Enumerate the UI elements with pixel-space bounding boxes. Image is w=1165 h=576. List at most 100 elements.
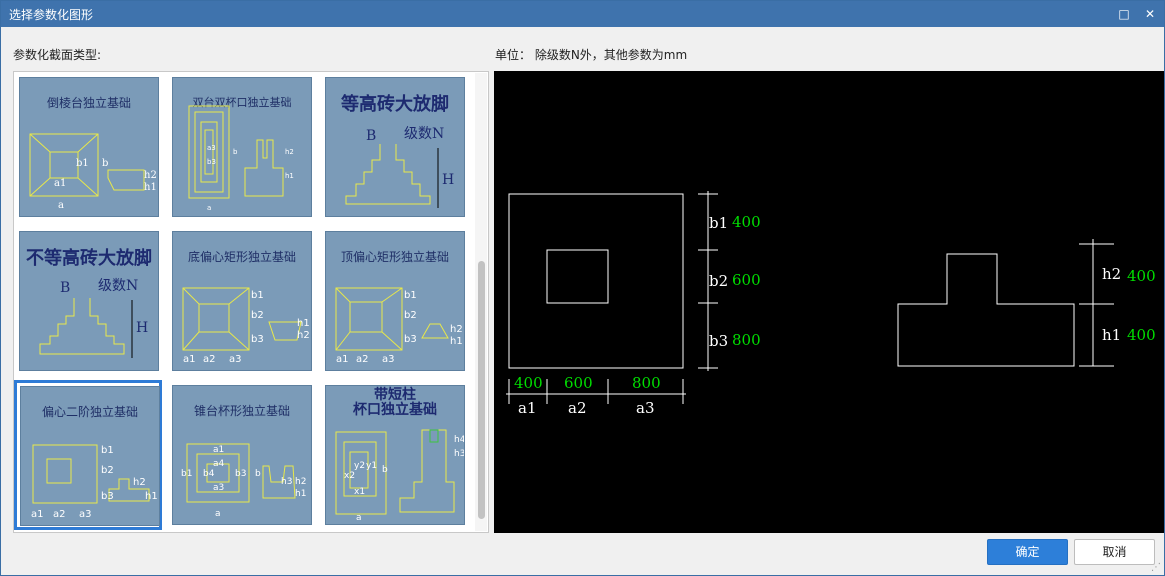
svg-text:b1: b1 (101, 445, 114, 456)
svg-text:a: a (215, 509, 221, 519)
svg-text:a2: a2 (53, 509, 66, 520)
svg-text:b3: b3 (251, 334, 264, 345)
eccentric-two-step-drawing: b1 b2 b3 a1 a2 a3 h2 h1 (31, 444, 158, 520)
svg-text:h2: h2 (297, 330, 310, 341)
cone-cup-drawing: a1 a4 a3 b1 b4 b3 b h3 h2 h1 a (181, 443, 306, 519)
dialog-window: 选择参数化图形 □ ✕ 参数化截面类型: 单位： 除级数N外，其他参数为mm 倒… (0, 0, 1165, 576)
svg-text:b2: b2 (101, 465, 114, 476)
tile-eccentric-two-step[interactable]: 偏心二阶独立基础 b1 b2 b3 a1 a2 a3 h2 h1 (14, 380, 162, 530)
bottom-eccentric-drawing: b1 b2 b3 a1 a2 a3 h1h2 (182, 287, 310, 365)
equal-brick-drawing: B 级数N H (345, 126, 454, 208)
lbl-N: 级数N (98, 278, 138, 294)
gallery-scrollbar-thumb[interactable] (478, 261, 485, 519)
tile-unequal-brick[interactable]: 不等高砖大放脚 B 级数N H (14, 226, 162, 376)
tile-short-column-cup[interactable]: 带短柱 杯口独立基础 x2 y2 y1 b x1 a h4 h3 (320, 380, 468, 530)
svg-text:a2: a2 (356, 354, 369, 365)
tile-equal-brick[interactable]: 等高砖大放脚 B 级数N H (320, 72, 468, 222)
svg-text:b2: b2 (404, 310, 417, 321)
lbl-B: B (60, 280, 70, 296)
dim-b1-label: b1 (709, 214, 728, 232)
thumb-double-cup: 双台双杯口独立基础 a3 b3 b h1 h2 a (172, 77, 312, 217)
thumb-bottom-eccentric: 底偏心矩形独立基础 b1 b2 b3 a1 a2 a3 h1 h2 (172, 231, 312, 371)
section-type-label: 参数化截面类型: (13, 48, 102, 62)
dim-a3-label: a3 (636, 399, 655, 417)
svg-text:x2: x2 (344, 471, 355, 481)
double-cup-drawing: a3 b3 b h1 h2 a (188, 105, 294, 212)
plan-inner (546, 249, 609, 304)
svg-text:b1: b1 (251, 290, 264, 301)
close-icon[interactable]: ✕ (1139, 4, 1161, 24)
svg-text:h1: h1 (297, 318, 310, 329)
svg-text:y2: y2 (354, 461, 365, 471)
svg-text:h1: h1 (450, 336, 463, 347)
section-outline (897, 253, 1075, 367)
svg-text:h1: h1 (145, 491, 158, 502)
svg-text:a3: a3 (79, 509, 92, 520)
lbl-b: b (102, 158, 108, 169)
dim-h1-label: h1 (1102, 326, 1121, 344)
dim-a1-value: 400 (514, 374, 543, 392)
svg-text:y1: y1 (366, 461, 377, 471)
svg-text:a4: a4 (213, 459, 225, 469)
tile-top-eccentric[interactable]: 顶偏心矩形独立基础 b1 b2 b3 a1 a2 a3 h2 h1 (320, 226, 468, 376)
svg-text:b3: b3 (404, 334, 417, 345)
svg-text:a1: a1 (336, 354, 349, 365)
svg-text:a3: a3 (382, 354, 395, 365)
tile-cone-cup[interactable]: 锥台杯形独立基础 a1 a4 a3 b1 b4 b3 b h3 h2 h1 a (167, 380, 315, 530)
svg-text:h3: h3 (454, 449, 465, 459)
svg-text:b4: b4 (203, 469, 215, 479)
lbl-b1: b1 (76, 158, 89, 169)
svg-text:a: a (356, 513, 362, 523)
svg-text:a2: a2 (203, 354, 216, 365)
cancel-button[interactable]: 取消 (1074, 539, 1155, 565)
unequal-brick-drawing: B 级数N H (39, 278, 148, 358)
thumb-equal-brick: 等高砖大放脚 B 级数N H (325, 77, 465, 217)
lbl-B: B (366, 128, 376, 144)
dim-h2-label: h2 (1102, 265, 1121, 283)
lbl-h2: h2 (144, 170, 157, 181)
dim-b1-value: 400 (732, 213, 761, 231)
top-eccentric-drawing: b1 b2 b3 a1 a2 a3 h2h1 (335, 287, 463, 365)
thumb-cone-cup: 锥台杯形独立基础 a1 a4 a3 b1 b4 b3 b h3 h2 h1 a (172, 385, 312, 525)
dim-b3-value: 800 (732, 331, 761, 349)
dim-h2-value: 400 (1127, 267, 1156, 285)
tile-inverted-frustum[interactable]: 倒棱台独立基础 b1 b a1 a h2 h1 (14, 72, 162, 222)
frustum-drawing: b1 b a1 a h2 h1 (29, 133, 157, 211)
thumb-eccentric-two-step: 偏心二阶独立基础 b1 b2 b3 a1 a2 a3 h2 h1 (20, 386, 160, 526)
svg-text:b3: b3 (101, 491, 114, 502)
tile-double-cup[interactable]: 双台双杯口独立基础 a3 b3 b h1 h2 a (167, 72, 315, 222)
lbl-a1: a1 (54, 178, 66, 189)
lbl-H: H (136, 320, 148, 336)
preview-drawing: b1 400 b2 600 b3 800 400 a1 600 a2 800 a… (506, 191, 1156, 417)
dim-h1-value: 400 (1127, 326, 1156, 344)
svg-text:h2: h2 (285, 148, 294, 156)
svg-text:a3: a3 (229, 354, 242, 365)
title-bar: 选择参数化图形 □ ✕ (1, 1, 1164, 27)
svg-text:b: b (382, 465, 388, 475)
dialog-title: 选择参数化图形 (9, 8, 94, 22)
shape-gallery: 倒棱台独立基础 b1 b a1 a h2 h1 双台双杯口独立基础 a3 b3 … (13, 71, 489, 533)
lbl-h1: h1 (144, 182, 157, 193)
plan-outer (508, 193, 684, 369)
svg-text:a3: a3 (213, 483, 224, 493)
ok-button[interactable]: 确定 (987, 539, 1068, 565)
dim-b2-value: 600 (732, 271, 761, 289)
svg-text:a1: a1 (31, 509, 44, 520)
maximize-icon[interactable]: □ (1113, 4, 1135, 24)
thumb-inverted-frustum: 倒棱台独立基础 b1 b a1 a h2 h1 (19, 77, 159, 217)
lbl-H: H (442, 172, 454, 188)
dim-a1-label: a1 (518, 399, 537, 417)
svg-text:h2: h2 (133, 477, 146, 488)
thumb-unequal-brick: 不等高砖大放脚 B 级数N H (19, 231, 159, 371)
svg-text:b1: b1 (404, 290, 417, 301)
tile-bottom-eccentric[interactable]: 底偏心矩形独立基础 b1 b2 b3 a1 a2 a3 h1 h2 (167, 226, 315, 376)
preview-canvas: b1 400 b2 600 b3 800 400 a1 600 a2 800 a… (494, 71, 1164, 533)
resize-grip-icon[interactable]: ⋰ (1151, 562, 1161, 573)
svg-text:h2: h2 (450, 324, 463, 335)
svg-text:a1: a1 (183, 354, 196, 365)
svg-text:h1: h1 (295, 489, 306, 499)
svg-text:x1: x1 (354, 487, 365, 497)
dim-b3-label: b3 (709, 332, 728, 350)
svg-text:h1: h1 (285, 172, 294, 180)
svg-text:a1: a1 (213, 445, 224, 455)
